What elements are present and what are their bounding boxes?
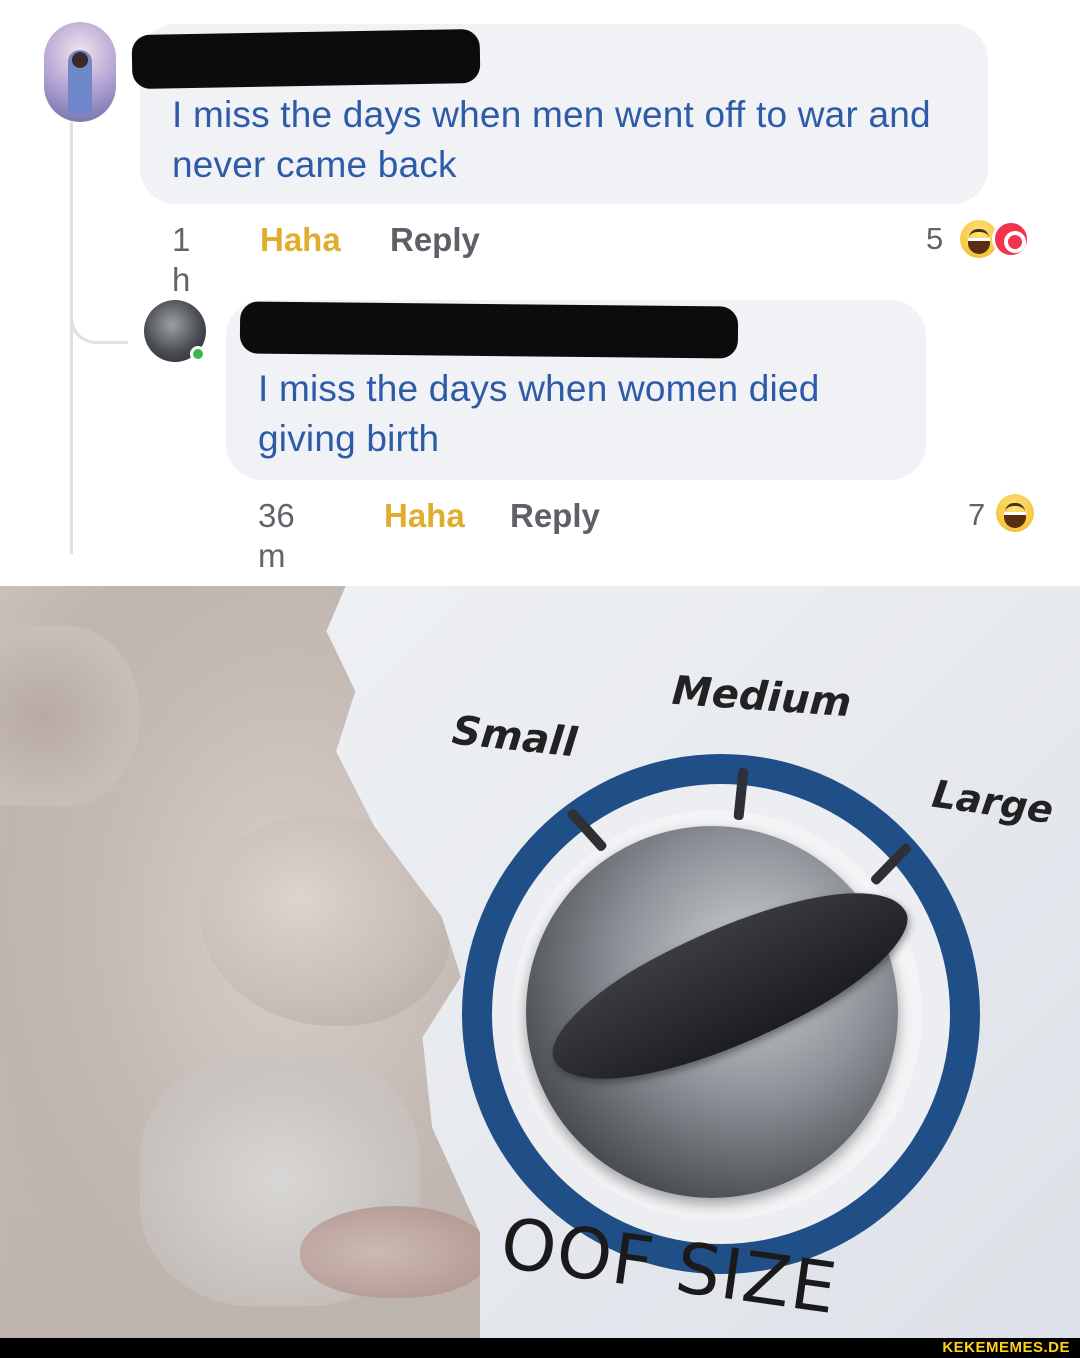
face-closeup bbox=[0, 586, 480, 1338]
oof-size-meme-image: Small Medium Large OOF SIZE bbox=[0, 586, 1080, 1338]
redacted-author-name bbox=[131, 28, 481, 90]
reaction-summary[interactable]: 5 bbox=[926, 218, 1046, 260]
redacted-author-name bbox=[239, 301, 739, 359]
face-eye bbox=[0, 626, 140, 806]
haha-reaction-button[interactable]: Haha bbox=[260, 220, 341, 260]
dial-label-large: Large bbox=[929, 771, 1057, 833]
dial-label-medium: Medium bbox=[670, 667, 853, 727]
reply-button[interactable]: Reply bbox=[510, 496, 600, 536]
face-lips bbox=[300, 1206, 480, 1298]
online-status-dot bbox=[190, 346, 206, 362]
reaction-summary[interactable]: 7 bbox=[968, 494, 1048, 536]
face-nose bbox=[200, 816, 450, 1026]
reaction-count: 7 bbox=[968, 497, 986, 532]
reaction-count: 5 bbox=[926, 221, 944, 256]
comment-thread: I miss the days when men went off to war… bbox=[0, 0, 1080, 586]
watermark: KEKEMEMES.DE bbox=[942, 1339, 1070, 1356]
love-reaction-icon bbox=[992, 220, 1030, 258]
reply-connector-curve bbox=[70, 300, 128, 344]
comment-timestamp: 1 h bbox=[172, 221, 191, 298]
comment-text: I miss the days when women died giving b… bbox=[258, 368, 820, 459]
haha-reaction-button[interactable]: Haha bbox=[384, 496, 465, 536]
watermark-bar bbox=[0, 1338, 1080, 1358]
dial-label-small: Small bbox=[449, 707, 579, 767]
thread-connector-line bbox=[70, 122, 73, 554]
avatar-head bbox=[72, 52, 88, 68]
haha-emoji-icon bbox=[996, 494, 1034, 532]
comment-text: I miss the days when men went off to war… bbox=[172, 94, 931, 185]
comment-timestamp: 36 m bbox=[258, 497, 295, 574]
reply-button[interactable]: Reply bbox=[390, 220, 480, 260]
avatar[interactable] bbox=[44, 22, 116, 122]
